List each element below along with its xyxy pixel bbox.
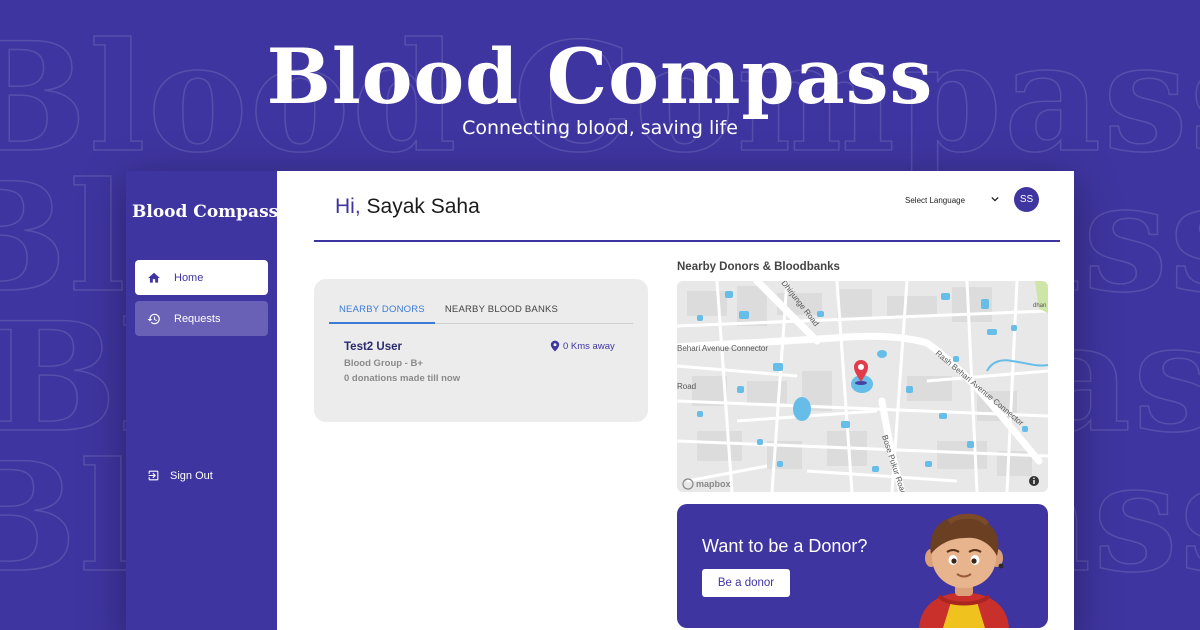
map-title: Nearby Donors & Bloodbanks [677,261,840,273]
donor-distance-value: 0 Kms away [563,340,615,352]
sign-out-button[interactable]: Sign Out [147,469,213,482]
greeting: Hi, Sayak Saha [335,195,480,219]
history-icon [147,312,161,326]
info-icon[interactable] [1029,476,1039,486]
sidebar-item-label: Requests [174,312,221,325]
app-window: Blood Compass Home Requests Sign Out Hi,… [126,171,1074,630]
tab-nearby-donors[interactable]: NEARBY DONORS [329,296,435,324]
sign-out-icon [147,469,160,482]
chevron-down-icon [991,195,999,205]
map[interactable]: Behari Avenue Connector Rash Behari Aven… [677,281,1048,492]
tab-bar: NEARBY DONORS NEARBY BLOOD BANKS [329,296,633,324]
main-content: Hi, Sayak Saha Select Language SS NEARBY… [277,171,1074,630]
sidebar-logo: Blood Compass [132,202,279,222]
map-label-road: Road [677,382,696,391]
map-attribution: mapbox [696,479,731,489]
tab-nearby-blood-banks[interactable]: NEARBY BLOOD BANKS [435,296,568,324]
map-label-behari: Behari Avenue Connector [677,344,768,353]
home-icon [147,271,161,285]
language-select-label: Select Language [905,195,966,205]
language-select[interactable]: Select Language [905,195,999,205]
sidebar-item-requests[interactable]: Requests [135,301,268,336]
donor-distance: 0 Kms away [550,340,615,352]
sign-out-label: Sign Out [170,469,213,482]
greeting-prefix: Hi, [335,195,361,218]
donor-name[interactable]: Test2 User [344,341,402,353]
header-divider [314,240,1060,242]
sidebar-item-home[interactable]: Home [135,260,268,295]
donor-donation-count: 0 donations made till now [344,373,461,384]
be-a-donor-button[interactable]: Be a donor [702,569,790,597]
location-pin-icon [550,340,560,352]
donor-banner: Want to be a Donor? Be a donor [677,504,1048,628]
hero-title: Blood Compass [266,32,934,121]
sidebar-item-label: Home [174,271,204,284]
avatar-illustration [909,510,1019,628]
avatar[interactable]: SS [1014,187,1039,212]
sidebar: Blood Compass Home Requests Sign Out [126,171,279,630]
hero-tagline: Connecting blood, saving life [462,117,738,139]
nearby-card: NEARBY DONORS NEARBY BLOOD BANKS Test2 U… [314,279,648,422]
donor-blood-group: Blood Group - B+ [344,358,423,369]
map-label-dhan: dhan [1033,303,1046,309]
user-name: Sayak Saha [366,195,480,218]
banner-title: Want to be a Donor? [702,536,868,556]
